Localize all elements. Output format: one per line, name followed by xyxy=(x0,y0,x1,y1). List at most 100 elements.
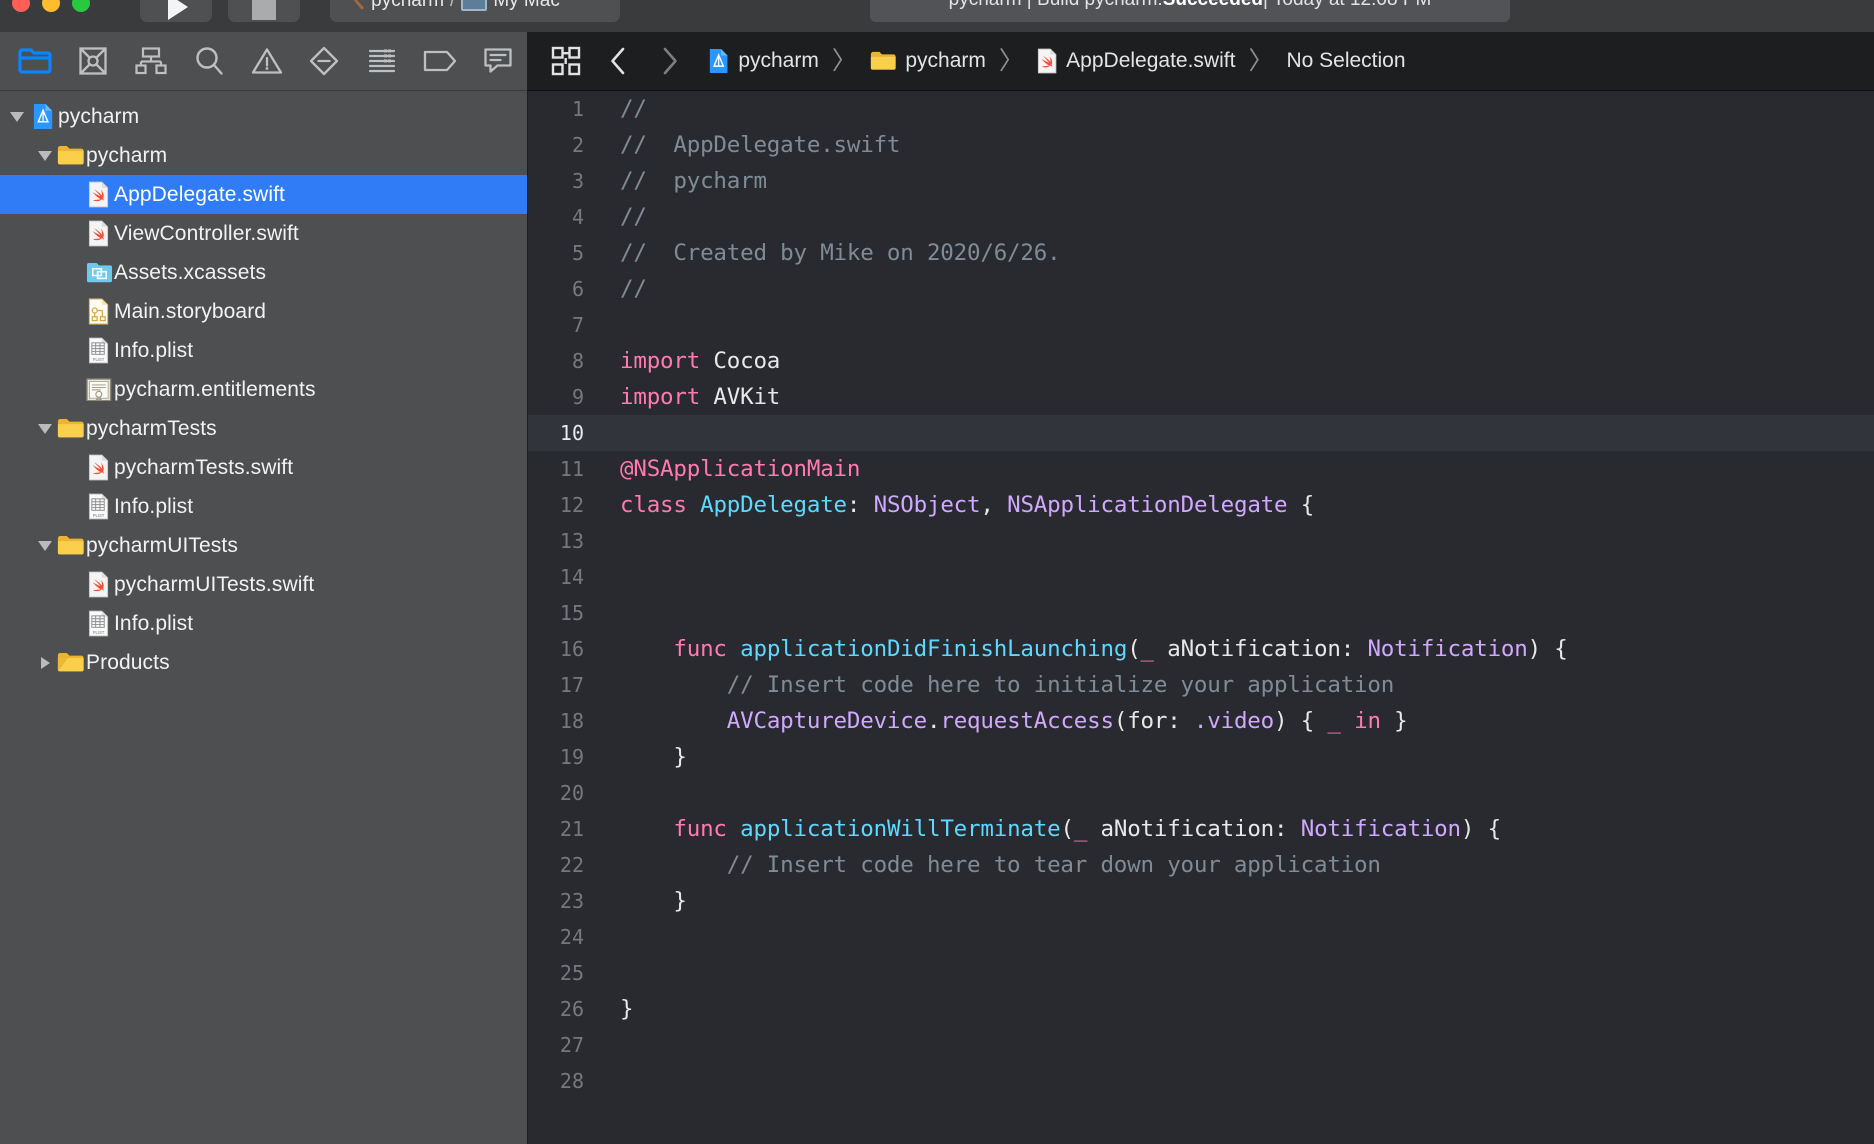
code-token: applicationWillTerminate xyxy=(740,816,1061,842)
project-navigator-icon[interactable] xyxy=(6,32,64,90)
test-navigator-icon[interactable] xyxy=(295,32,353,90)
close-button[interactable] xyxy=(12,0,30,12)
code-line[interactable]: 27 xyxy=(528,1027,1874,1063)
related-items-icon[interactable] xyxy=(540,32,592,90)
breadcrumb-item[interactable]: AppDelegate.swift xyxy=(1033,48,1240,74)
code-line[interactable]: 1 // xyxy=(528,91,1874,127)
line-number: 9 xyxy=(571,385,584,409)
disclosure-triangle-open-icon[interactable] xyxy=(34,423,56,434)
tree-row[interactable]: ViewController.swift xyxy=(0,214,527,253)
breadcrumb-item[interactable]: No Selection xyxy=(1282,49,1409,73)
tree-row[interactable]: pycharmTests.swift xyxy=(0,448,527,487)
status-result: Succeeded xyxy=(1163,0,1263,11)
code-line[interactable]: 25 xyxy=(528,955,1874,991)
code-line-content: func applicationDidFinishLaunching(_ aNo… xyxy=(606,631,1567,667)
tree-row[interactable]: Products xyxy=(0,643,527,682)
code-line[interactable]: 10 xyxy=(528,415,1874,451)
breadcrumb[interactable]: pycharm 〉 pycharm 〉 AppDelegate.swift 〉 No S… xyxy=(704,48,1410,74)
line-number: 22 xyxy=(559,853,584,877)
debug-navigator-icon[interactable] xyxy=(353,32,411,90)
run-button[interactable] xyxy=(140,0,212,22)
source-control-navigator-icon[interactable] xyxy=(64,32,122,90)
scheme-selector[interactable]: 🔨 pycharm / My Mac xyxy=(330,0,620,22)
code-line[interactable]: 15 xyxy=(528,595,1874,631)
code-line[interactable]: 7 xyxy=(528,307,1874,343)
code-line[interactable]: 20 xyxy=(528,775,1874,811)
tree-row[interactable]: pycharmTests xyxy=(0,409,527,448)
line-number: 6 xyxy=(571,277,584,301)
code-line[interactable]: 9 import AVKit xyxy=(528,379,1874,415)
code-token: NSObject xyxy=(873,492,981,518)
code-line[interactable]: 2 // AppDelegate.swift xyxy=(528,127,1874,163)
tree-row[interactable]: pycharm xyxy=(0,97,527,136)
code-line[interactable]: 13 xyxy=(528,523,1874,559)
code-line[interactable]: 5 // Created by Mike on 2020/6/26. xyxy=(528,235,1874,271)
tree-row[interactable]: pycharmUITests.swift xyxy=(0,565,527,604)
activity-status-bar[interactable]: pycharm | Build pycharm: Succeeded | Tod… xyxy=(870,0,1510,22)
code-line[interactable]: 23 } xyxy=(528,883,1874,919)
chevron-right-icon[interactable] xyxy=(644,32,696,90)
window-titlebar: 🔨 pycharm / My Mac pycharm | Build pycha… xyxy=(0,0,1874,32)
code-line[interactable]: 16 func applicationDidFinishLaunching(_ … xyxy=(528,631,1874,667)
code-line[interactable]: 24 xyxy=(528,919,1874,955)
source-code-editor[interactable]: 1 // 2 // AppDelegate.swift 3 // pycharm 4 // 5 /… xyxy=(528,91,1874,1144)
line-number: 10 xyxy=(559,421,584,445)
breadcrumb-item[interactable]: pycharm xyxy=(704,48,823,74)
tree-row-selected[interactable]: AppDelegate.swift xyxy=(0,175,527,214)
tree-row[interactable]: pycharmUITests xyxy=(0,526,527,565)
code-line[interactable]: 22 // Insert code here to tear down your… xyxy=(528,847,1874,883)
minimize-button[interactable] xyxy=(42,0,60,12)
code-line[interactable]: 4 // xyxy=(528,199,1874,235)
code-token: _ xyxy=(1140,636,1155,662)
issue-navigator-icon[interactable] xyxy=(238,32,296,90)
code-line[interactable]: 14 xyxy=(528,559,1874,595)
project-file-tree[interactable]: pycharm pycharm AppDelegate.swift ViewCo… xyxy=(0,91,527,1144)
tree-row-label: pycharm.entitlements xyxy=(114,377,316,401)
tree-row[interactable]: Assets.xcassets xyxy=(0,253,527,292)
tree-row[interactable]: PLIST Info.plist xyxy=(0,604,527,643)
tree-row-label: Main.storyboard xyxy=(114,299,267,323)
code-line[interactable]: 26} xyxy=(528,991,1874,1027)
code-token: Notification xyxy=(1300,816,1461,842)
scheme-separator: / xyxy=(450,0,456,11)
disclosure-triangle-open-icon[interactable] xyxy=(34,150,56,161)
tree-row[interactable]: PLIST Info.plist xyxy=(0,487,527,526)
report-navigator-icon[interactable] xyxy=(469,32,527,90)
code-token: { xyxy=(1287,492,1315,518)
zoom-button[interactable] xyxy=(72,0,90,12)
line-number: 14 xyxy=(559,565,584,589)
code-line[interactable]: 21 func applicationWillTerminate(_ aNoti… xyxy=(528,811,1874,847)
line-number: 20 xyxy=(559,781,584,805)
code-token: aNotification: xyxy=(1153,636,1368,662)
tree-row[interactable]: PLIST Info.plist xyxy=(0,331,527,370)
code-line[interactable]: 11 @NSApplicationMain xyxy=(528,451,1874,487)
breakpoint-navigator-icon[interactable] xyxy=(411,32,469,90)
tree-row[interactable]: Main.storyboard xyxy=(0,292,527,331)
symbol-navigator-icon[interactable] xyxy=(122,32,180,90)
disclosure-triangle-open-icon[interactable] xyxy=(6,111,28,122)
chevron-left-icon[interactable] xyxy=(592,32,644,90)
code-line-content: class AppDelegate: NSObject, NSApplicati… xyxy=(606,487,1314,523)
code-token: ( xyxy=(1127,636,1141,662)
breadcrumb-separator-icon: 〉 xyxy=(998,46,1024,75)
code-line-content: // Insert code here to initialize your a… xyxy=(606,667,1395,703)
code-line[interactable]: 6 // xyxy=(528,271,1874,307)
tree-row-label: pycharmTests xyxy=(86,416,217,440)
disclosure-triangle-closed-icon[interactable] xyxy=(34,656,56,669)
code-line[interactable]: 3 // pycharm xyxy=(528,163,1874,199)
code-line[interactable]: 18 AVCaptureDevice.requestAccess(for: .v… xyxy=(528,703,1874,739)
disclosure-triangle-open-icon[interactable] xyxy=(34,540,56,551)
stop-button[interactable] xyxy=(228,0,300,22)
code-line[interactable]: 17 // Insert code here to initialize you… xyxy=(528,667,1874,703)
tree-row-label: pycharm xyxy=(58,104,140,128)
breadcrumb-item[interactable]: pycharm xyxy=(866,49,990,73)
code-token: . xyxy=(926,708,941,734)
code-line[interactable]: 12 class AppDelegate: NSObject, NSApplica… xyxy=(528,487,1874,523)
find-navigator-icon[interactable] xyxy=(180,32,238,90)
folder-icon xyxy=(56,144,86,166)
code-line[interactable]: 28 xyxy=(528,1063,1874,1099)
code-line[interactable]: 19 } xyxy=(528,739,1874,775)
code-line[interactable]: 8 import Cocoa xyxy=(528,343,1874,379)
tree-row[interactable]: pycharm xyxy=(0,136,527,175)
tree-row[interactable]: pycharm.entitlements xyxy=(0,370,527,409)
